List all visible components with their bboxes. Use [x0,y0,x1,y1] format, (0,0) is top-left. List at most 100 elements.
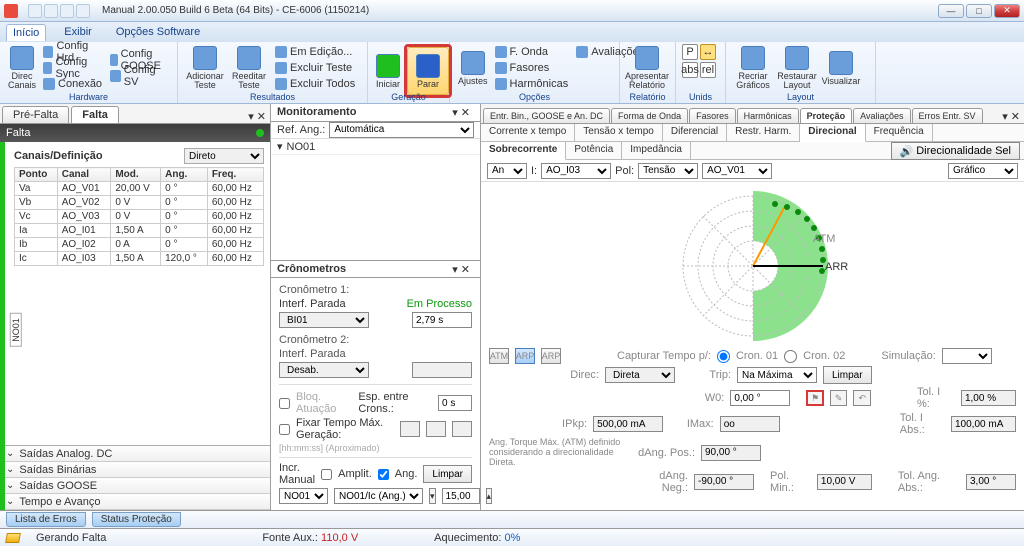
toli-value[interactable] [961,390,1016,406]
close-icon[interactable]: ✕ [1011,110,1020,123]
fixar-checkbox[interactable] [279,424,290,435]
fixar-s[interactable] [452,421,472,437]
tolang-value[interactable] [966,474,1016,490]
direcionalidade-button[interactable]: 🔊Direcionalidade Sel [891,142,1020,160]
qa-save-icon[interactable] [44,4,58,18]
tab-erros[interactable]: Erros Entr. SV [912,108,983,123]
config-sync-button[interactable]: Config Sync [40,61,105,76]
tab-txt[interactable]: Tensão x tempo [575,124,663,141]
fixar-m[interactable] [426,421,446,437]
em-edicao-button[interactable]: Em Edição... [272,45,358,60]
tab-protecao[interactable]: Proteção [800,108,853,123]
flag-button[interactable]: ⚑ [806,390,824,406]
recriar-graficos-button[interactable]: Recriar Gráficos [732,44,774,92]
table-row[interactable]: VcAO_V030 V0 °60,00 Hz [15,210,264,224]
pin-icon[interactable]: ▾ [248,110,254,123]
unid-rel-icon[interactable]: ↔ [700,44,716,60]
col-canal[interactable]: Canal [57,168,111,182]
minimize-button[interactable]: — [938,4,964,18]
tab-prefalta[interactable]: Pré-Falta [2,106,69,123]
excluir-todos-button[interactable]: Excluir Todos [272,77,358,92]
ipkp-value[interactable] [593,416,663,432]
harmonicas-button[interactable]: Harmônicas [492,77,572,92]
undo-button[interactable]: ↶ [853,390,871,406]
limpar-button[interactable]: Limpar [423,465,472,483]
tolabs-value[interactable] [951,416,1016,432]
tab-rh[interactable]: Restr. Harm. [727,124,800,141]
relatorio-button[interactable]: Apresentar Relatório [626,44,668,92]
amplit-checkbox[interactable] [321,469,332,480]
trip-select[interactable]: Na Máxima [737,367,817,383]
esp-value[interactable] [438,395,472,411]
close-icon[interactable]: ✕ [461,106,470,119]
table-row[interactable]: IaAO_I011,50 A0 °60,00 Hz [15,224,264,238]
col-freq[interactable]: Freq. [207,168,263,182]
excluir-teste-button[interactable]: Excluir Teste [272,61,358,76]
qa-open-icon[interactable] [28,4,42,18]
qa-saveas-icon[interactable] [60,4,74,18]
step-down-button[interactable]: ▾ [429,488,436,504]
arp-toggle[interactable]: ARP [515,348,535,364]
table-row[interactable]: VaAO_V0120,00 V0 °60,00 Hz [15,182,264,196]
reeditar-teste-button[interactable]: Reeditar Teste [228,44,270,92]
pol-ch-select[interactable]: AO_V01 [702,163,772,179]
expander-saidas-goose[interactable]: Saídas GOOSE [0,478,270,494]
tab-dif[interactable]: Diferencial [663,124,727,141]
atm-toggle[interactable]: ATM [489,348,509,364]
tab-entr[interactable]: Entr. Bin., GOOSE e An. DC [483,108,610,123]
channels-mode-select[interactable]: Direto [184,148,264,164]
maximize-button[interactable]: □ [966,4,992,18]
menu-opcoes[interactable]: Opções Software [110,24,206,40]
tab-freq[interactable]: Frequência [866,124,933,141]
tab-status-protecao[interactable]: Status Proteção [92,512,181,527]
dangp-value[interactable] [701,445,761,461]
expander-tempo[interactable]: Tempo e Avanço [0,494,270,510]
restaurar-layout-button[interactable]: Restaurar Layout [776,44,818,92]
expander-saidas-bin[interactable]: Saídas Binárias [0,462,270,478]
pol-select[interactable]: Tensão [638,163,698,179]
col-ang[interactable]: Ang. [161,168,208,182]
close-icon[interactable]: ✕ [461,263,470,276]
arp2-toggle[interactable]: ARP [541,348,561,364]
cron2-time[interactable] [412,362,472,378]
f-onda-button[interactable]: F. Onda [492,45,572,60]
an-select[interactable]: An [487,163,527,179]
tab-fasores[interactable]: Fasores [689,108,736,123]
ajustes-button[interactable]: Ajustes [456,44,490,92]
pin-icon[interactable]: ▾ [1002,110,1008,123]
direc-select[interactable]: Direta [605,367,675,383]
imax-value[interactable] [720,416,780,432]
table-row[interactable]: IcAO_I031,50 A120,0 °60,00 Hz [15,252,264,266]
dangn-value[interactable] [694,474,754,490]
ang-checkbox[interactable] [378,469,389,480]
grafico-select[interactable]: Gráfico [948,163,1018,179]
w0-value[interactable] [730,390,790,406]
tab-direcional[interactable]: Direcional [800,124,865,142]
tab-fonda[interactable]: Forma de Onda [611,108,688,123]
menu-exibir[interactable]: Exibir [58,24,98,40]
table-row[interactable]: IbAO_I020 A0 °60,00 Hz [15,238,264,252]
table-row[interactable]: VbAO_V020 V0 °60,00 Hz [15,196,264,210]
tab-potencia[interactable]: Potência [566,142,622,159]
parar-button[interactable]: Parar [407,47,449,95]
refang-select[interactable]: Automática [329,122,474,138]
expander-saidas-dc[interactable]: Saídas Analog. DC [0,446,270,462]
i-select[interactable]: AO_I03 [541,163,611,179]
visualizar-button[interactable]: Visualizar [820,44,862,92]
polmin-value[interactable] [817,474,872,490]
pin-icon[interactable]: ▾ [452,106,458,119]
tab-lista-erros[interactable]: Lista de Erros [6,512,86,527]
incr-ch-select[interactable]: NO01/Ic (Ang.) [334,488,423,504]
sim-select[interactable] [942,348,992,364]
fasores-button[interactable]: Fasores [492,61,572,76]
cron1-radio[interactable] [717,350,730,363]
tab-aval[interactable]: Avaliações [853,108,910,123]
bloq-checkbox[interactable] [279,398,290,409]
limpar2-button[interactable]: Limpar [823,366,872,384]
tab-cxt[interactable]: Corrente x tempo [481,124,575,141]
pin-icon[interactable]: ▾ [452,263,458,276]
col-mod[interactable]: Mod. [111,168,161,182]
fixar-h[interactable] [400,421,420,437]
menu-inicio[interactable]: Início [6,24,46,41]
close-icon[interactable]: ✕ [257,110,266,123]
